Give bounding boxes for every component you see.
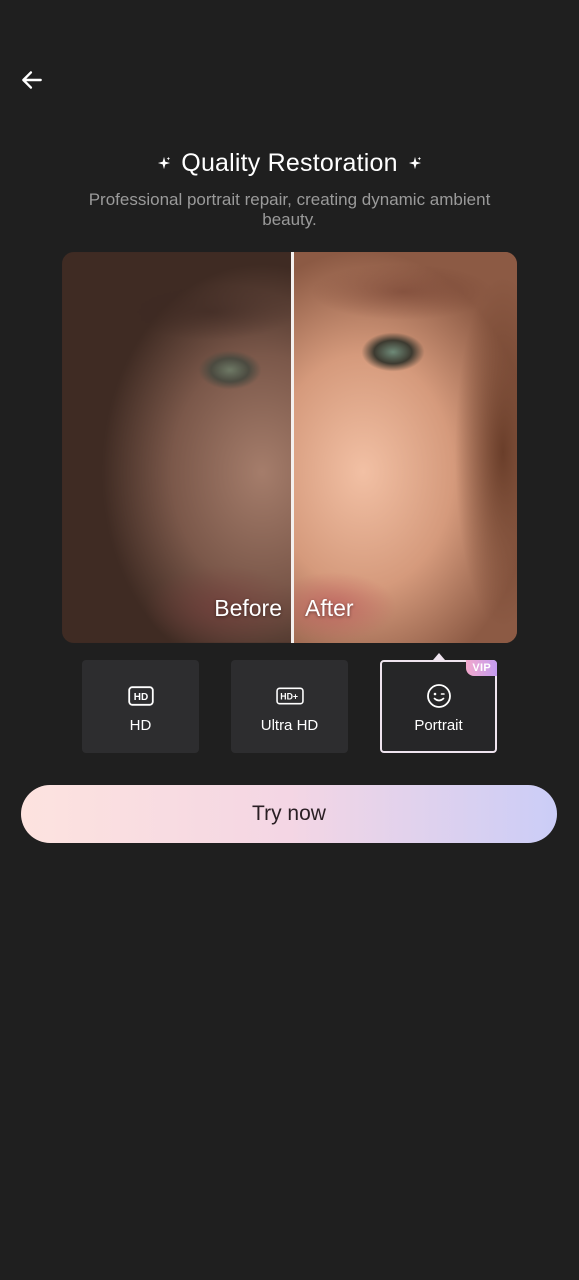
try-now-button[interactable]: Try now (21, 785, 557, 843)
page-subtitle: Professional portrait repair, creating d… (88, 190, 491, 229)
after-image (293, 252, 517, 643)
before-label: Before (214, 595, 282, 621)
option-label: HD (129, 717, 152, 734)
option-portrait[interactable]: VIP Portrait (380, 660, 497, 753)
option-label: Ultra HD (260, 717, 319, 734)
comparison-divider-handle[interactable] (291, 252, 294, 643)
option-hd[interactable]: HD HD (82, 660, 199, 753)
hd-plus-icon: HD+ (275, 685, 304, 707)
svg-text:HD+: HD+ (280, 692, 298, 702)
restoration-options: HD HD HD+ Ultra HD VIP Portrait (82, 660, 498, 753)
sparkle-icon (158, 156, 171, 170)
vip-badge: VIP (466, 660, 497, 676)
after-label: After (305, 595, 354, 621)
page-title: Quality Restoration (181, 148, 398, 177)
back-button[interactable] (14, 62, 50, 98)
arrow-left-icon (22, 71, 42, 89)
option-label: Portrait (414, 717, 463, 734)
hd-icon: HD (127, 685, 155, 707)
title-row: Quality Restoration (0, 146, 579, 180)
before-after-comparison[interactable]: Before After (62, 252, 517, 643)
before-image (62, 252, 293, 643)
smile-face-icon (425, 684, 453, 708)
sparkle-icon (408, 156, 421, 170)
option-ultra-hd[interactable]: HD+ Ultra HD (231, 660, 348, 753)
selected-option-pointer (433, 653, 445, 660)
svg-text:HD: HD (133, 692, 147, 703)
